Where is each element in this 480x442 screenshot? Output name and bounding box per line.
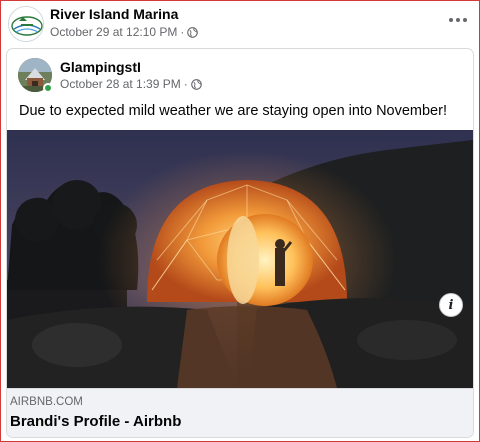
shared-post-meta: October 28 at 1:39 PM · — [60, 77, 202, 91]
shared-post-timestamp[interactable]: October 28 at 1:39 PM — [60, 77, 181, 91]
more-options-button[interactable] — [446, 10, 470, 30]
info-icon: i — [448, 297, 454, 313]
shared-post-card[interactable]: GlampingstI October 28 at 1:39 PM · Due … — [6, 48, 474, 438]
link-preview-footer[interactable]: AIRBNB.COM Brandi's Profile - Airbnb — [7, 388, 473, 437]
page-avatar[interactable] — [8, 6, 44, 42]
dome-tent-photo — [7, 130, 473, 388]
post-text: Due to expected mild weather we are stay… — [19, 103, 447, 119]
globe-icon[interactable] — [187, 26, 199, 38]
info-button[interactable]: i — [439, 293, 463, 317]
link-title[interactable]: Brandi's Profile - Airbnb — [10, 413, 181, 430]
link-preview-image[interactable] — [7, 130, 473, 388]
post-meta: October 29 at 12:10 PM · — [50, 25, 199, 39]
post-timestamp[interactable]: October 29 at 12:10 PM — [50, 25, 177, 39]
globe-icon[interactable] — [190, 78, 202, 90]
meta-separator: · — [180, 25, 185, 39]
page-name[interactable]: River Island Marina — [50, 6, 178, 22]
post-header: River Island Marina October 29 at 12:10 … — [8, 6, 472, 42]
link-domain: AIRBNB.COM — [10, 396, 83, 408]
author-name[interactable]: GlampingstI — [60, 59, 141, 75]
more-horizontal-icon — [449, 18, 453, 22]
meta-separator: · — [183, 77, 188, 91]
marina-logo-icon — [9, 7, 43, 41]
online-status-icon — [43, 83, 53, 93]
shared-post-header: GlampingstI October 28 at 1:39 PM · — [18, 58, 458, 94]
